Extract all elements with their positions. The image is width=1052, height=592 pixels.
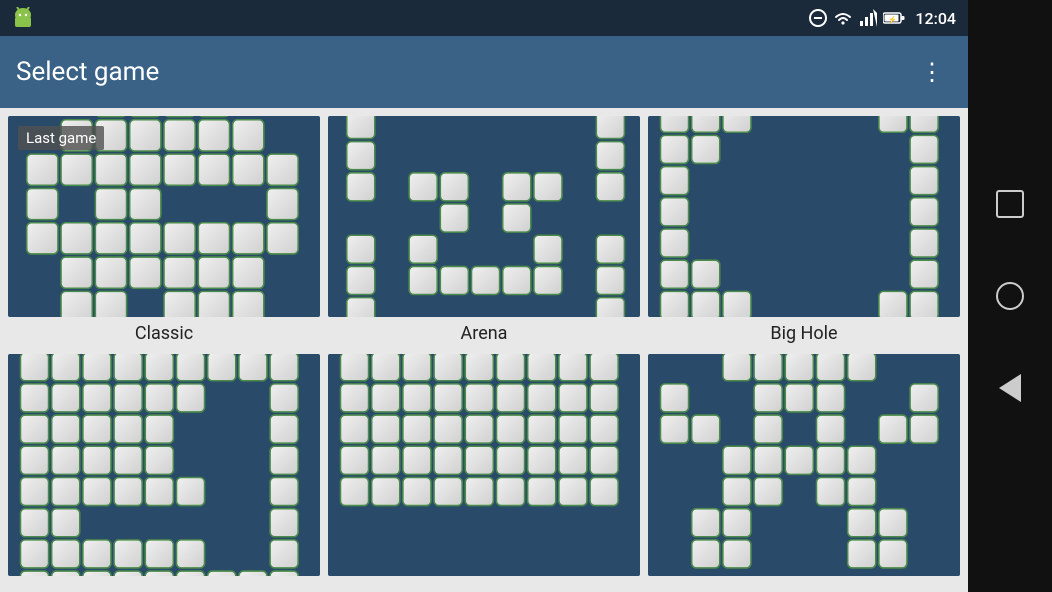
- wifi-icon: [833, 9, 853, 27]
- android-icon: [12, 7, 34, 29]
- signal-icon: [859, 9, 877, 27]
- game-label-arena: Arena: [461, 317, 508, 346]
- nav-bar: [968, 0, 1052, 592]
- bighole-preview: [648, 116, 960, 317]
- back-nav-button[interactable]: [988, 366, 1032, 410]
- app-bar: Select game ⋮: [0, 36, 968, 108]
- game-thumbnail-big-hole: [648, 116, 960, 317]
- game-thumbnail-flat: [328, 354, 640, 576]
- figure-preview: [648, 354, 960, 576]
- page-title: Select game: [16, 57, 159, 87]
- game-item-spiral[interactable]: [8, 354, 320, 584]
- square-nav-button[interactable]: [988, 182, 1032, 226]
- dnd-icon: [809, 9, 827, 27]
- back-icon: [999, 374, 1021, 402]
- svg-text:⚡: ⚡: [888, 15, 897, 24]
- status-bar-left: [12, 7, 34, 29]
- time-display: 12:04: [915, 9, 956, 28]
- flat-preview: [328, 354, 640, 576]
- game-thumbnail-arena: [328, 116, 640, 317]
- game-item-arena[interactable]: Arena: [328, 116, 640, 346]
- more-options-button[interactable]: ⋮: [912, 50, 952, 94]
- game-label-classic: Classic: [135, 317, 193, 346]
- game-label-big-hole: Big Hole: [770, 317, 837, 346]
- game-item-big-hole[interactable]: Big Hole: [648, 116, 960, 346]
- circle-icon: [996, 282, 1024, 310]
- last-game-badge: Last game: [18, 126, 104, 150]
- spiral-preview: [8, 354, 320, 576]
- app-container: ⚡ 12:04 Select game ⋮ Last game: [0, 0, 968, 592]
- game-thumbnail-classic: Last game: [8, 116, 320, 317]
- game-thumbnail-figure: [648, 354, 960, 576]
- game-item-flat[interactable]: [328, 354, 640, 584]
- status-bar-right: ⚡ 12:04: [809, 9, 956, 28]
- status-bar: ⚡ 12:04: [0, 0, 968, 36]
- home-nav-button[interactable]: [988, 274, 1032, 318]
- square-icon: [996, 190, 1024, 218]
- arena-preview: [328, 116, 640, 317]
- game-thumbnail-spiral: [8, 354, 320, 576]
- battery-icon: ⚡: [883, 11, 905, 25]
- game-item-classic[interactable]: Last game: [8, 116, 320, 346]
- game-item-figure[interactable]: [648, 354, 960, 584]
- game-grid: Last game: [0, 108, 968, 592]
